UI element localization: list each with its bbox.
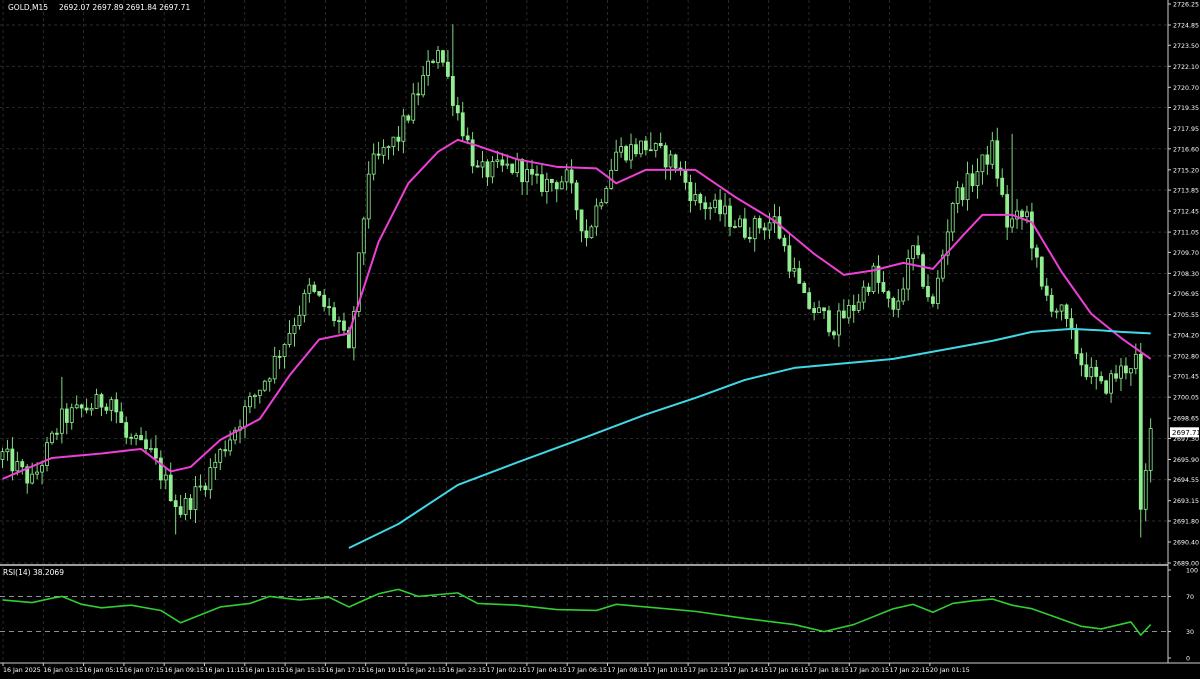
- candle: [871, 263, 876, 295]
- rsi-tick-label: 0: [1186, 656, 1190, 663]
- price-tick-label: 2704.20: [1173, 332, 1199, 339]
- price-tick-label: 2719.35: [1173, 105, 1199, 112]
- candle: [921, 252, 925, 290]
- time-tick-label: 16 Jan 03:15: [43, 667, 83, 674]
- time-tick-label: 16 Jan 2025: [3, 667, 41, 674]
- price-tick-label: 2694.55: [1173, 477, 1199, 484]
- current-price-tag: 2697.71: [1170, 427, 1200, 438]
- price-tick-label: 2720.70: [1173, 85, 1199, 92]
- current-price-label: 2697.71: [1172, 429, 1200, 437]
- price-tick-label: 2713.85: [1173, 188, 1199, 195]
- price-tick-label: 2690.40: [1173, 539, 1199, 546]
- time-tick-label: 17 Jan 08:15: [608, 667, 648, 674]
- time-tick-label: 17 Jan 16:15: [769, 667, 809, 674]
- price-tick-label: 2709.70: [1173, 250, 1199, 257]
- price-tick-label: 2700.05: [1173, 395, 1199, 402]
- time-tick-label: 16 Jan 11:15: [205, 667, 245, 674]
- rsi-tick-label: 30: [1186, 629, 1194, 636]
- time-tick-label: 17 Jan 10:15: [648, 667, 688, 674]
- candle: [589, 224, 594, 239]
- chart-canvas[interactable]: 2726.25 2724.85 2723.50 2722.10 2720.70 2719.…: [0, 0, 1200, 675]
- candle: [1039, 256, 1044, 290]
- time-tick-label: 16 Jan 13:15: [245, 667, 285, 674]
- price-tick-label: 2693.15: [1173, 498, 1199, 505]
- price-tick-label: 2701.45: [1173, 374, 1199, 381]
- symbol-label: GOLD,M15: [8, 3, 48, 12]
- candle: [624, 144, 628, 163]
- time-tick-label: 17 Jan 04:15: [527, 667, 567, 674]
- price-tick-label: 2715.20: [1173, 167, 1199, 174]
- time-tick-label: 16 Jan 07:15: [124, 667, 164, 674]
- rsi-tick-label: 70: [1186, 594, 1194, 601]
- price-tick-label: 2712.45: [1173, 209, 1199, 216]
- price-tick-label: 2689.00: [1173, 561, 1199, 568]
- time-tick-label: 16 Jan 17:15: [325, 667, 365, 674]
- time-tick-label: 16 Jan 05:15: [84, 667, 124, 674]
- price-tick-label: 2711.05: [1173, 230, 1199, 237]
- rsi-indicator-label: RSI(14) 38.2069: [3, 568, 64, 577]
- price-tick-label: 2717.95: [1173, 126, 1199, 133]
- candle: [1138, 342, 1143, 538]
- price-tick-label: 2724.85: [1173, 23, 1199, 30]
- time-tick-label: 17 Jan 22:15: [890, 667, 930, 674]
- time-tick-label: 17 Jan 18:15: [809, 667, 849, 674]
- ohlc-readout: 2692.07 2697.89 2691.84 2697.71: [59, 3, 190, 12]
- price-tick-label: 2706.95: [1173, 291, 1199, 298]
- time-tick-label: 20 Jan 01:15: [930, 667, 970, 674]
- time-tick-label: 16 Jan 19:15: [366, 667, 406, 674]
- price-tick-label: 2723.50: [1173, 43, 1199, 50]
- time-tick-label: 16 Jan 09:15: [164, 667, 204, 674]
- price-tick-label: 2702.80: [1173, 353, 1199, 360]
- time-tick-label: 17 Jan 12:15: [688, 667, 728, 674]
- price-tick-label: 2705.55: [1173, 312, 1199, 319]
- price-tick-label: 2698.65: [1173, 416, 1199, 423]
- candle: [1104, 379, 1109, 395]
- time-tick-label: 17 Jan 06:15: [567, 667, 607, 674]
- time-tick-label: 16 Jan 23:15: [446, 667, 486, 674]
- candle: [604, 185, 609, 205]
- price-tick-label: 2722.10: [1173, 64, 1199, 71]
- price-tick-label: 2716.60: [1173, 146, 1199, 153]
- time-tick-label: 17 Jan 20:15: [849, 667, 889, 674]
- rsi-tick-label: 100: [1186, 568, 1198, 575]
- candle: [827, 305, 831, 337]
- candle: [262, 379, 267, 392]
- price-tick-label: 2708.30: [1173, 271, 1199, 278]
- time-tick-label: 17 Jan 02:15: [487, 667, 527, 674]
- price-tick-label: 2695.90: [1173, 457, 1199, 464]
- time-tick-label: 16 Jan 15:15: [285, 667, 325, 674]
- price-tick-label: 2691.80: [1173, 518, 1199, 525]
- time-tick-label: 17 Jan 14:15: [728, 667, 768, 674]
- price-tick-label: 2726.25: [1173, 2, 1199, 9]
- candle: [50, 430, 54, 445]
- chart-window[interactable]: 2726.25 2724.85 2723.50 2722.10 2720.70 2719.…: [0, 0, 1200, 675]
- time-tick-label: 16 Jan 21:15: [406, 667, 446, 674]
